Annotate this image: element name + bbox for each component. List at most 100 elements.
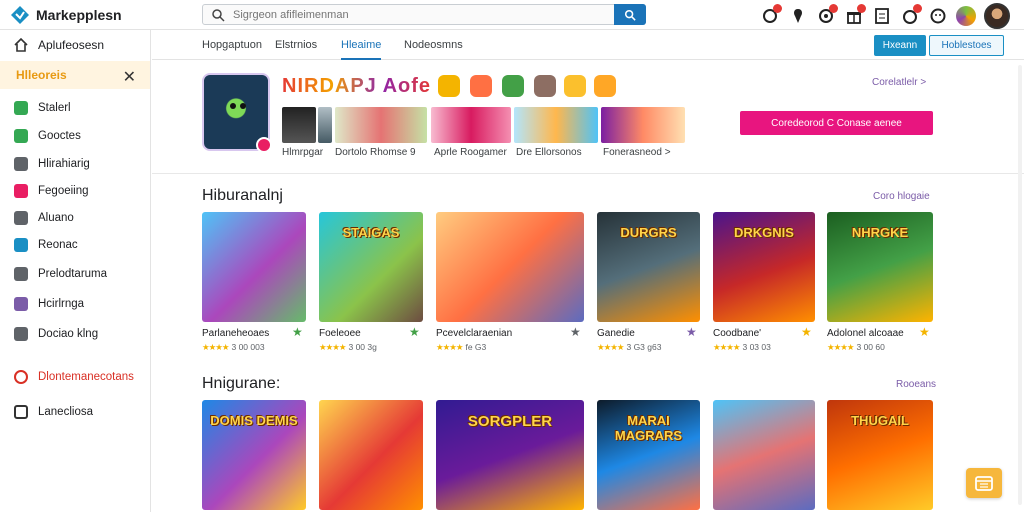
sidebar-item-red[interactable]: Dlontemanecotans: [0, 364, 150, 390]
section1-card-image-4[interactable]: DRKGNIS: [713, 212, 815, 322]
sidebar-item-0[interactable]: Stalerl: [0, 95, 150, 121]
sticker-icon: [438, 75, 460, 97]
screenshot-label: Fonerasneod >: [603, 147, 671, 158]
rating-stars: ★★★★: [436, 342, 464, 352]
sidebar-item-label: Aluano: [38, 212, 74, 224]
card-meta-text: 3 00 60: [856, 342, 885, 352]
pin-icon[interactable]: [788, 6, 808, 26]
tab-1[interactable]: Elstrnios: [275, 30, 317, 60]
section-2-link[interactable]: Rooeans: [896, 379, 936, 390]
logo-icon: [11, 6, 29, 24]
app-logo[interactable]: Markepplesn: [10, 5, 122, 25]
card-title[interactable]: Ganedie: [597, 328, 635, 339]
sidebar-item-2[interactable]: Hlirahiarig: [0, 151, 150, 177]
card-meta-text: 3 00 003: [231, 342, 265, 352]
language-globe-icon[interactable]: [956, 6, 976, 26]
favorite-star-icon[interactable]: ★: [570, 325, 581, 339]
section1-card-image-0[interactable]: [202, 212, 306, 322]
tab-0[interactable]: Hopgaptuon: [202, 30, 262, 60]
notification-icon[interactable]: [760, 4, 782, 26]
sidebar-item-3[interactable]: Fegoeiing: [0, 178, 150, 204]
calendar-icon: [975, 476, 993, 491]
rating-stars: ★★★★: [827, 342, 855, 352]
screenshot-5[interactable]: [601, 107, 685, 143]
section1-card-image-1[interactable]: STAIGAS: [319, 212, 423, 322]
rating-stars: ★★★★: [597, 342, 625, 352]
card-art-text: MARAI MAGRARS: [614, 413, 683, 444]
sidebar-item-label: Hcirlrnga: [38, 298, 85, 310]
face-icon[interactable]: [928, 6, 948, 26]
outline-button[interactable]: Hoblestoes: [929, 35, 1004, 56]
card-meta: ★★★★ 3 00 60: [827, 342, 885, 353]
section2-card-image-5[interactable]: THUGAIL: [827, 400, 933, 510]
tab-2[interactable]: Hleaime: [341, 30, 382, 60]
featured-cta-button[interactable]: Coredeorod C Conase aenee: [740, 111, 933, 135]
messages-icon[interactable]: [816, 4, 838, 26]
tab-3[interactable]: Nodeosmns: [404, 30, 463, 60]
sidebar-item-8[interactable]: Dociao klng: [0, 321, 150, 347]
card-meta-text: 3 G3 g63: [626, 342, 662, 352]
sidebar-home-label: Aplufeosesn: [38, 38, 105, 52]
card-title[interactable]: Pcevelclaraenian: [436, 328, 512, 339]
sidebar-category-header[interactable]: Hlleoreis ✕: [0, 61, 150, 89]
notification-badge: [773, 4, 782, 13]
screenshot-label: Dortolo Rhomse 9: [335, 147, 416, 158]
messages-badge: [829, 4, 838, 13]
section1-card-image-5[interactable]: NHRGKE: [827, 212, 933, 322]
sidebar-item-7[interactable]: Hcirlrnga: [0, 291, 150, 317]
section2-card-image-2[interactable]: SORGPLER: [436, 400, 584, 510]
sticker-icon: [594, 75, 616, 97]
category-icon: [14, 211, 28, 225]
scrollbar[interactable]: [1018, 65, 1022, 505]
screenshot-3[interactable]: [431, 107, 511, 143]
category-label: Hlleoreis: [16, 68, 67, 82]
search-input[interactable]: [233, 5, 613, 24]
list-icon[interactable]: [872, 6, 892, 26]
card-title[interactable]: Parlaneheoaes: [202, 328, 269, 339]
favorite-star-icon[interactable]: ★: [409, 325, 420, 339]
card-art-text: SORGPLER: [467, 413, 553, 431]
sidebar-item-1[interactable]: Gooctes: [0, 123, 150, 149]
primary-button[interactable]: Hxeann: [874, 35, 926, 56]
sub-navigation: Hopgaptuon Elstrnios Hleaime Nodeosmns H…: [152, 30, 1024, 60]
sticker-icon: [502, 75, 524, 97]
favorite-star-icon[interactable]: ★: [686, 325, 697, 339]
search-bar: [202, 4, 646, 25]
featured-link[interactable]: Corelatlelr >: [872, 77, 926, 88]
screenshot-2[interactable]: [335, 107, 427, 143]
category-icon: [14, 327, 28, 341]
card-title[interactable]: Adolonel alcoaae: [827, 328, 904, 339]
screenshot-4[interactable]: [514, 107, 598, 143]
favorite-star-icon[interactable]: ★: [292, 325, 303, 339]
screenshot-0[interactable]: [282, 107, 316, 143]
sidebar-item-6[interactable]: Prelodtaruma: [0, 261, 150, 287]
search-button[interactable]: [614, 4, 646, 25]
favorite-star-icon[interactable]: ★: [919, 325, 930, 339]
sidebar-item-last[interactable]: Lanecliosa: [0, 399, 150, 425]
section1-card-image-2[interactable]: [436, 212, 584, 322]
sidebar-item-label: Gooctes: [38, 130, 81, 142]
favorite-star-icon[interactable]: ★: [801, 325, 812, 339]
sidebar-item-home[interactable]: Aplufeosesn: [0, 30, 150, 60]
gift-icon[interactable]: [844, 4, 866, 26]
section2-card-image-0[interactable]: DOMIS DEMIS: [202, 400, 306, 510]
sidebar-item-4[interactable]: Aluano: [0, 205, 150, 231]
close-icon[interactable]: ✕: [123, 67, 136, 87]
section-1-link[interactable]: Coro hlogaie: [873, 191, 930, 202]
sidebar-item-5[interactable]: Reonac: [0, 232, 150, 258]
floating-action-button[interactable]: [966, 468, 1002, 498]
sidebar-item-label: Fegoeiing: [38, 185, 89, 197]
section2-card-image-1[interactable]: [319, 400, 423, 510]
section1-card-image-3[interactable]: DURGRS: [597, 212, 700, 322]
screenshot-1[interactable]: [318, 107, 332, 143]
section2-card-image-4[interactable]: [713, 400, 815, 510]
user-avatar[interactable]: [984, 3, 1010, 29]
search-icon: [212, 9, 225, 22]
rating-stars: ★★★★: [319, 342, 347, 352]
card-title[interactable]: Foeleoee: [319, 328, 361, 339]
section2-card-image-3[interactable]: MARAI MAGRARS: [597, 400, 700, 510]
section-2-title: Hnigurane:: [202, 375, 281, 392]
main-content: NIRDAPJ Aofe Hlmrpgar Dortolo Rhomse 9 A…: [152, 61, 1024, 512]
alert-icon[interactable]: [900, 4, 922, 26]
card-title[interactable]: Coodbane': [713, 328, 761, 339]
